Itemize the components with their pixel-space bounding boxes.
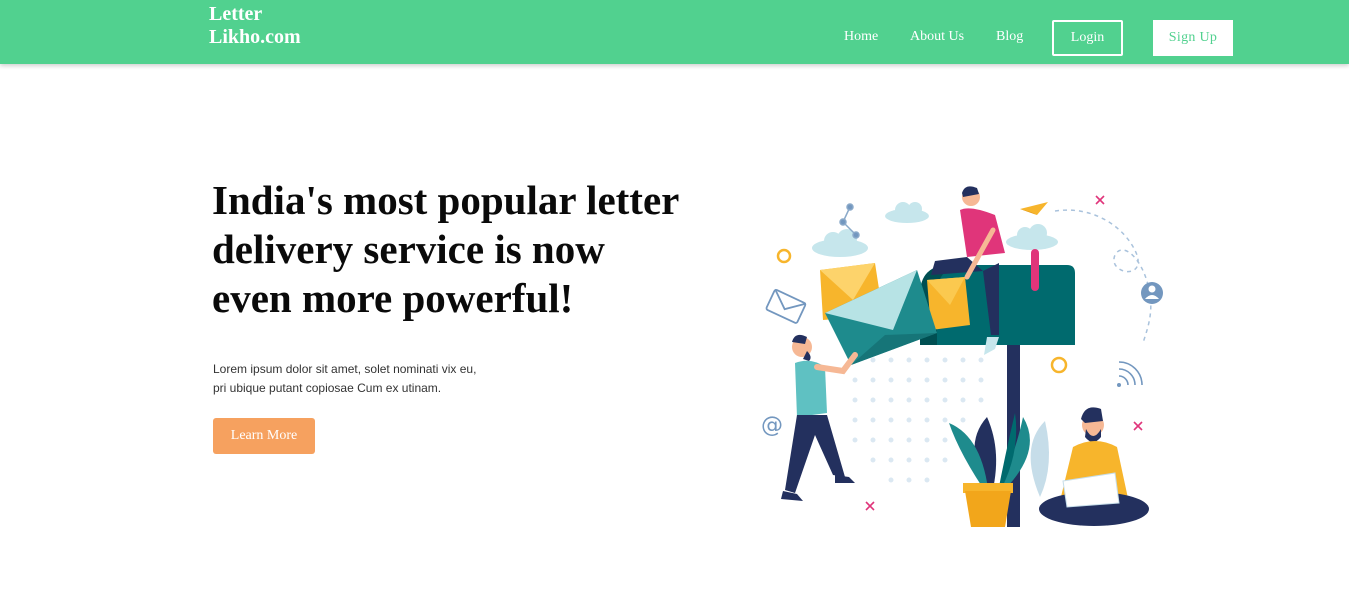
ring-decor xyxy=(776,248,792,264)
nav-link-blog[interactable]: Blog xyxy=(996,29,1023,45)
login-button[interactable]: Login xyxy=(1052,20,1123,56)
hero-illustration: @ xyxy=(761,186,1163,527)
at-sign-icon: @ xyxy=(761,413,783,438)
wifi-icon xyxy=(1117,361,1143,387)
ring-decor xyxy=(1050,356,1068,374)
dot-pattern xyxy=(852,357,984,483)
envelope-icon xyxy=(765,288,807,324)
hero-description: Lorem ipsum dolor sit amet, solet nomina… xyxy=(213,360,513,398)
hero-description-line-2: pri ubique putant copiosae Cum ex utinam… xyxy=(213,381,442,395)
hero-description-line-1: Lorem ipsum dolor sit amet, solet nomina… xyxy=(213,362,477,376)
hero-title-line-1: India's most popular letter xyxy=(212,177,680,223)
user-icon xyxy=(1141,282,1163,304)
paper-plane-icon xyxy=(1020,202,1048,215)
person-with-laptop xyxy=(1039,407,1149,526)
hero-title-line-2: delivery service is now xyxy=(212,226,605,272)
hero-title-line-3: even more powerful! xyxy=(212,275,574,321)
navbar: Letter Likho.com Home About Us Blog Logi… xyxy=(0,0,1349,64)
potted-plant xyxy=(949,413,1049,527)
signup-button[interactable]: Sign Up xyxy=(1153,20,1233,56)
nav-link-home[interactable]: Home xyxy=(844,29,878,45)
learn-more-button[interactable]: Learn More xyxy=(213,418,315,454)
brand-logo[interactable]: Letter Likho.com xyxy=(209,3,349,49)
nav-link-about-us[interactable]: About Us xyxy=(910,29,964,45)
person-pushing xyxy=(781,334,858,501)
brand-line-2: Likho.com xyxy=(209,26,301,48)
brand-line-1: Letter xyxy=(209,3,263,25)
hero-title: India's most popular letter delivery ser… xyxy=(212,176,752,323)
